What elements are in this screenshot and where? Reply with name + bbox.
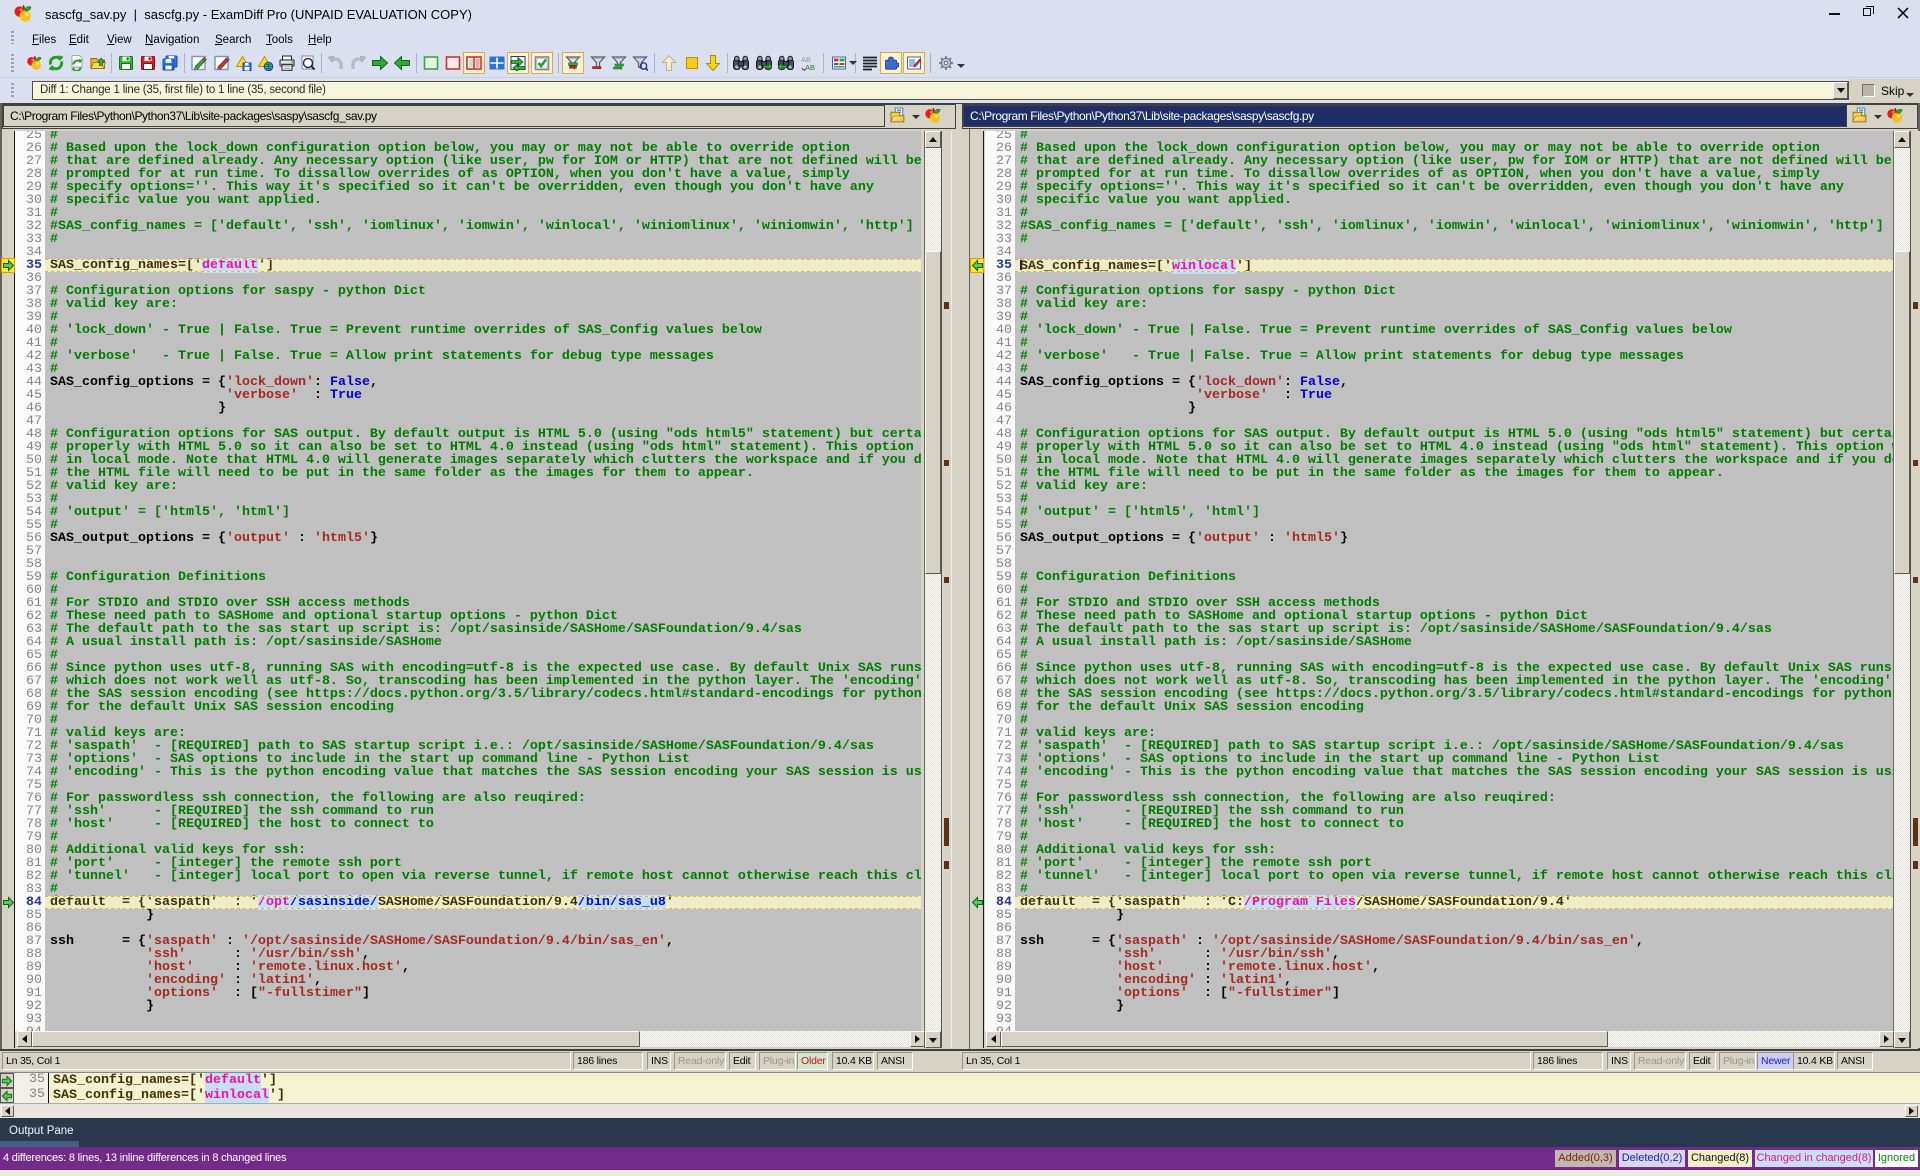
svg-text:AB: AB bbox=[805, 63, 815, 71]
